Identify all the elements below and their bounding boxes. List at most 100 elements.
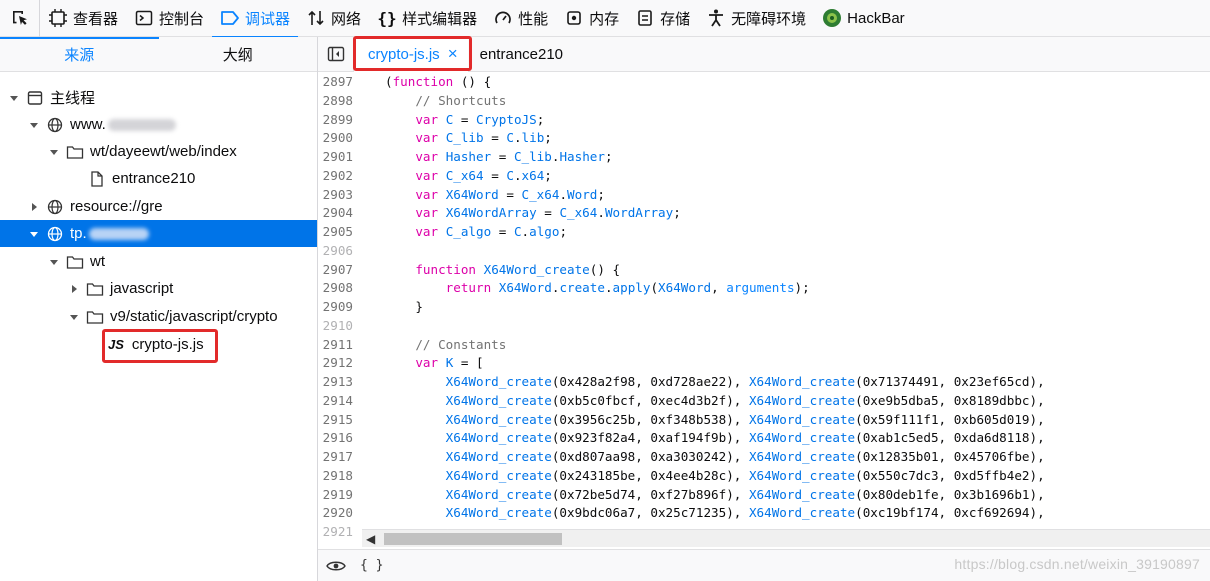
scrollbar-thumb[interactable] <box>384 533 562 545</box>
redacted-text <box>88 227 149 240</box>
code-line: 2912 var K = [ <box>318 354 1210 373</box>
tree-item-folder-index[interactable]: wt/dayeewt/web/index <box>0 138 317 165</box>
line-number[interactable]: 2912 <box>318 354 359 373</box>
editor-tab-crypto-js[interactable]: crypto-js.js × <box>354 36 468 72</box>
code-line: 2900 var C_lib = C.lib; <box>318 129 1210 148</box>
code-text: } <box>385 299 423 314</box>
tree-item-label: tp. <box>70 225 87 242</box>
line-number[interactable]: 2906 <box>318 242 359 261</box>
line-number[interactable]: 2898 <box>318 92 359 111</box>
tab-debugger-label: 调试器 <box>245 10 291 28</box>
code-text: X64Word_create(0x243185be, 0x4ee4b28c), … <box>445 467 1045 483</box>
tree-item-domain-www[interactable]: www. <box>0 111 317 138</box>
code-line: 2910 <box>318 317 1210 336</box>
line-number[interactable]: 2905 <box>318 223 359 242</box>
network-arrows-icon <box>306 8 326 28</box>
tab-debugger[interactable]: 调试器 <box>212 0 299 38</box>
sidebar-toggle-icon <box>327 46 344 62</box>
line-number[interactable]: 2913 <box>318 373 359 392</box>
tab-console-label: 控制台 <box>159 10 205 28</box>
tree-item-file-entrance210[interactable]: entrance210 <box>0 165 317 192</box>
line-number[interactable]: 2921 <box>318 523 359 542</box>
editor-tab-entrance210[interactable]: entrance210 <box>468 37 575 72</box>
tree-item-label: www. <box>70 116 106 133</box>
line-number[interactable]: 2907 <box>318 261 359 280</box>
tree-item-folder-wt[interactable]: wt <box>0 248 317 275</box>
line-number[interactable]: 2900 <box>318 129 359 148</box>
code-line: 2904 var X64WordArray = C_x64.WordArray; <box>318 204 1210 223</box>
watermark: https://blog.csdn.net/weixin_39190897 <box>954 556 1200 572</box>
tree-item-file-crypto-js[interactable]: JS crypto-js.js <box>0 331 317 358</box>
tab-performance[interactable]: 性能 <box>485 0 556 37</box>
close-icon[interactable]: × <box>448 44 458 64</box>
tab-console[interactable]: 控制台 <box>126 0 212 37</box>
line-number[interactable]: 2916 <box>318 429 359 448</box>
tree-item-label: wt <box>90 253 105 270</box>
console-icon <box>134 8 154 28</box>
code-line: 2897 (function () { <box>318 73 1210 92</box>
tab-memory-label: 内存 <box>589 10 620 28</box>
code-line: 2903 var X64Word = C_x64.Word; <box>318 186 1210 205</box>
pretty-print-button[interactable]: { } <box>360 558 383 573</box>
tree-item-main-thread[interactable]: 主线程 <box>0 84 317 111</box>
editor-tab-label: entrance210 <box>479 45 564 63</box>
tab-sources[interactable]: 来源 <box>0 37 159 71</box>
code-text: X64Word_create(0xb5c0fbcf, 0xec4d3b2f), … <box>445 392 1045 408</box>
tab-network[interactable]: 网络 <box>298 0 369 37</box>
tab-memory[interactable]: 内存 <box>556 0 627 37</box>
tab-storage-label: 存储 <box>660 10 691 28</box>
line-number[interactable]: 2919 <box>318 486 359 505</box>
tab-hackbar[interactable]: HackBar <box>814 0 913 37</box>
tree-item-resource-gre[interactable]: resource://gre <box>0 193 317 220</box>
line-number[interactable]: 2902 <box>318 167 359 186</box>
tab-storage[interactable]: 存储 <box>627 0 698 37</box>
code-text: X64Word_create(0xd807aa98, 0xa3030242), … <box>445 449 1045 464</box>
code-line: 2909 } <box>318 298 1210 317</box>
tab-hackbar-label: HackBar <box>847 9 905 27</box>
accessibility-person-icon <box>706 8 726 28</box>
editor-panel: crypto-js.js × entrance210 2897 (function… <box>318 36 1210 581</box>
horizontal-scrollbar[interactable]: ◀ <box>362 529 1210 547</box>
tab-accessibility[interactable]: 无障碍环境 <box>698 0 814 37</box>
line-number[interactable]: 2899 <box>318 111 359 130</box>
tree-item-folder-javascript[interactable]: javascript <box>0 275 317 302</box>
code-line: 2898 // Shortcuts <box>318 92 1210 111</box>
line-number[interactable]: 2904 <box>318 204 359 223</box>
line-number[interactable]: 2903 <box>318 186 359 205</box>
tab-network-label: 网络 <box>331 10 362 28</box>
line-number[interactable]: 2908 <box>318 279 359 298</box>
tree-item-label: entrance210 <box>112 170 196 187</box>
code-line: 2914 X64Word_create(0xb5c0fbcf, 0xec4d3b… <box>318 392 1210 411</box>
tab-inspector[interactable]: 查看器 <box>40 0 126 37</box>
line-number[interactable]: 2917 <box>318 448 359 467</box>
tree-item-folder-crypto[interactable]: v9/static/javascript/crypto <box>0 303 317 330</box>
element-picker-button[interactable] <box>0 0 40 37</box>
file-icon <box>88 170 106 188</box>
toggle-sidebar-button[interactable] <box>318 36 354 72</box>
tab-outline[interactable]: 大纲 <box>159 37 318 71</box>
code-text: var Hasher = C_lib.Hasher; <box>415 149 613 164</box>
line-number[interactable]: 2914 <box>318 392 359 411</box>
code-line: 2913 X64Word_create(0x428a2f98, 0xd728ae… <box>318 373 1210 392</box>
line-number[interactable]: 2897 <box>318 73 359 92</box>
line-number[interactable]: 2920 <box>318 504 359 523</box>
line-number[interactable]: 2915 <box>318 411 359 430</box>
line-number[interactable]: 2910 <box>318 317 359 336</box>
line-number[interactable]: 2911 <box>318 336 359 355</box>
code-editor[interactable]: 2897 (function () {2898 // Shortcuts 2899 … <box>318 73 1210 565</box>
tree-item-domain-tp[interactable]: tp. <box>0 220 317 247</box>
line-number[interactable]: 2909 <box>318 298 359 317</box>
tree-item-label: wt/dayeewt/web/index <box>90 143 237 160</box>
line-number[interactable]: 2918 <box>318 467 359 486</box>
folder-icon <box>86 280 104 298</box>
code-text: var C_x64 = C.x64; <box>415 167 552 183</box>
line-number[interactable]: 2901 <box>318 148 359 167</box>
editor-tab-label: crypto-js.js <box>368 45 440 63</box>
tab-style-editor[interactable]: {} 样式编辑器 <box>369 0 485 37</box>
expanded-arrow-icon <box>28 228 40 240</box>
eye-icon[interactable] <box>318 559 354 573</box>
code-text: (function () { <box>385 74 492 89</box>
sources-panel-tabs: 来源 大纲 <box>0 37 317 72</box>
scroll-left-icon[interactable]: ◀ <box>366 532 375 546</box>
tab-style-editor-label: 样式编辑器 <box>402 10 478 28</box>
